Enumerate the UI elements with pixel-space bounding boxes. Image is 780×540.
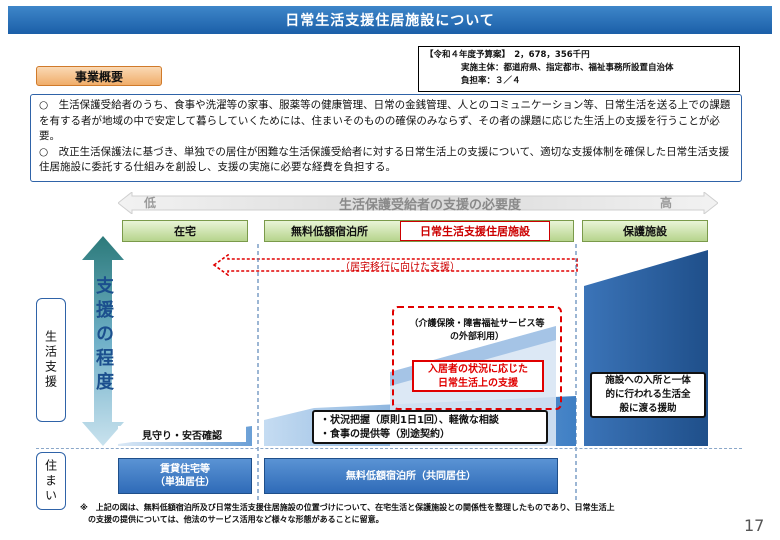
overview-label: 事業概要 bbox=[36, 66, 162, 86]
external-service-line-2: の外部利用） bbox=[449, 332, 504, 342]
footnote-line-1: ※ 上記の図は、無料低額宿泊所及び日常生活支援住居施設の位置づけについて、在宅生… bbox=[80, 503, 615, 512]
status-support-line-1: ・状況把握（原則1日1回）、軽微な相談 bbox=[320, 415, 499, 426]
description-box: ○ 生活保護受給者のうち、食事や洗濯等の家事、服薬等の健康管理、日常の金銭管理、… bbox=[30, 94, 742, 182]
need-high-label: 高 bbox=[660, 196, 673, 210]
status-support-box: ・状況把握（原則1日1回）、軽微な相談 ・食事の提供等（別途契約） bbox=[312, 410, 548, 444]
page-number: 17 bbox=[744, 516, 765, 535]
housing-shared: 無料低額宿泊所（共同居住） bbox=[264, 458, 558, 494]
budget-implementer: 実施主体：都道府県、指定都市、福祉事務所設置自治体 bbox=[461, 63, 674, 73]
resident-support-line-1: 入居者の状況に応じた bbox=[428, 364, 528, 375]
description-paragraph-2: ○ 改正生活保護法に基づき、単独での居住が困難な生活保護受給者に対する日常生活上… bbox=[39, 145, 730, 174]
category-daily-support: 日常生活支援住居施設 bbox=[400, 221, 550, 241]
housing-label: 住まい bbox=[36, 452, 66, 510]
budget-amount: 【令和４年度予算案】 2，678，356千円 bbox=[425, 50, 590, 60]
budget-rate: 負担率：３／４ bbox=[461, 76, 521, 86]
status-support-line-2: ・食事の提供等（別途契約） bbox=[320, 429, 450, 440]
footnote-line-2: の支援の提供については、他法のサービス活用など様々な形態があることに留意。 bbox=[80, 515, 384, 524]
facility-support-box: 施設への入所と一体 的に行われる生活全 般に渡る援助 bbox=[590, 372, 706, 418]
category-free-lodging-label: 無料低額宿泊所 bbox=[291, 225, 368, 238]
facility-support-line-2: 的に行われる生活全 bbox=[605, 389, 691, 400]
description-paragraph-1: ○ 生活保護受給者のうち、食事や洗濯等の家事、服薬等の健康管理、日常の金銭管理、… bbox=[39, 99, 731, 142]
housing-rental: 賃貸住宅等 （単独居住） bbox=[118, 458, 252, 494]
need-axis-label: 生活保護受給者の支援の必要度 bbox=[338, 198, 521, 213]
facility-support-line-1: 施設への入所と一体 bbox=[605, 375, 691, 386]
resident-support-line-2: 日常生活上の支援 bbox=[438, 378, 518, 389]
footnote: ※ 上記の図は、無料低額宿泊所及び日常生活支援住居施設の位置づけについて、在宅生… bbox=[80, 502, 740, 526]
category-home: 在宅 bbox=[122, 220, 248, 242]
need-low-label: 低 bbox=[144, 196, 157, 210]
facility-support-line-3: 般に渡る援助 bbox=[619, 403, 677, 414]
resident-support-box: 入居者の状況に応じた 日常生活上の支援 bbox=[412, 360, 544, 392]
category-protection: 保護施設 bbox=[582, 220, 708, 242]
housing-divider bbox=[36, 448, 742, 449]
housing-rental-line-2: （単独居住） bbox=[155, 477, 215, 488]
budget-box: 【令和４年度予算案】 2，678，356千円 実施主体：都道府県、指定都市、福祉… bbox=[418, 46, 740, 92]
external-service-note: （介護保険・障害福祉サービス等 の外部利用） bbox=[396, 318, 558, 344]
watch-note: 見守り・安否確認 bbox=[118, 426, 246, 442]
page-title: 日常生活支援住居施設について bbox=[8, 6, 772, 34]
housing-rental-line-1: 賃貸住宅等 bbox=[160, 464, 210, 475]
external-service-line-1: （介護保険・障害福祉サービス等 bbox=[409, 319, 545, 329]
